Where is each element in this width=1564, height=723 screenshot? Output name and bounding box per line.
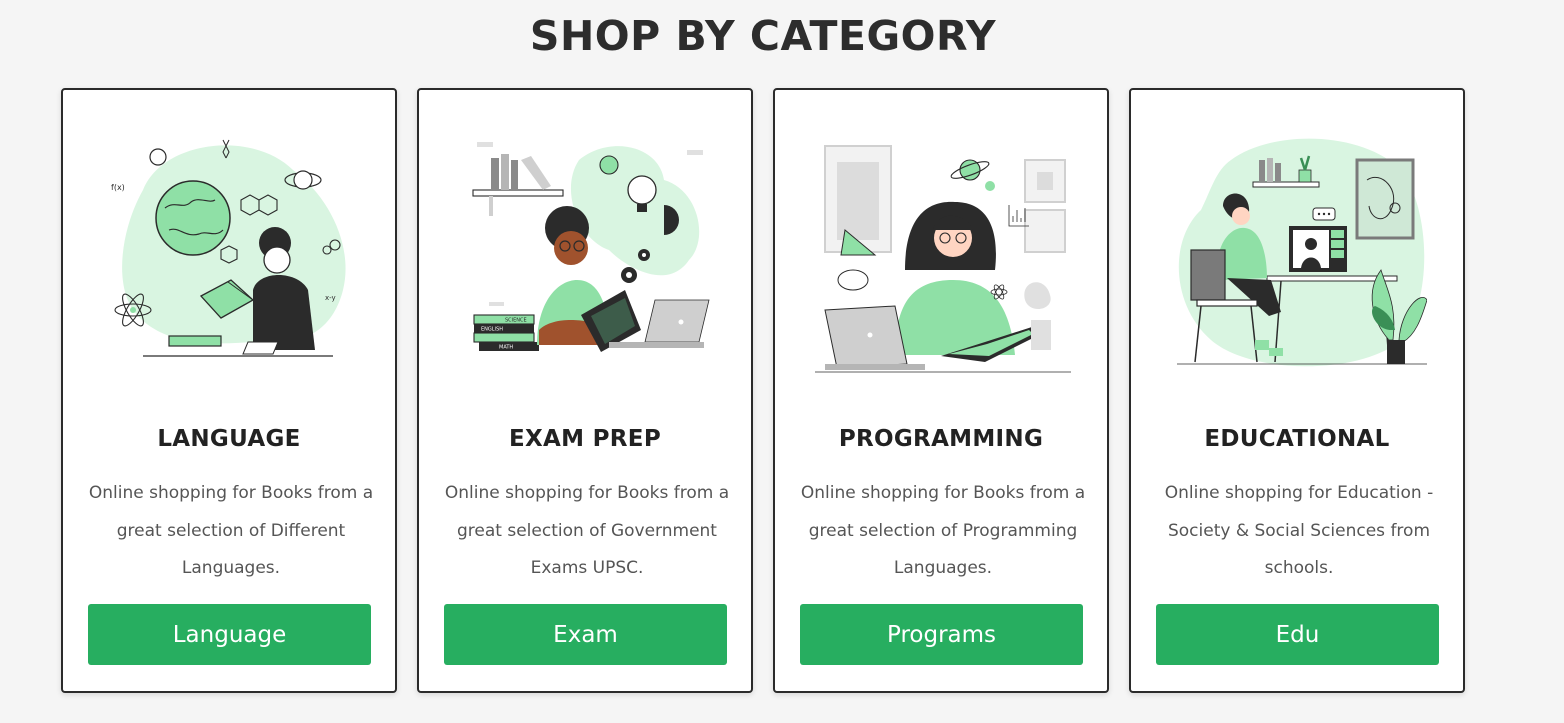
card-title: EXAM PREP — [509, 426, 661, 452]
card-description: Online shopping for Books from a great s… — [444, 483, 730, 578]
exam-button[interactable]: Exam — [444, 604, 727, 665]
edu-button[interactable]: Edu — [1156, 604, 1439, 665]
woman-laptop-book-illustration — [815, 145, 1071, 373]
book-spine-label: MATH — [499, 345, 513, 351]
card-title: LANGUAGE — [157, 426, 301, 452]
section-title: SHOP BY CATEGORY — [529, 12, 997, 60]
online-class-desk-illustration — [1177, 138, 1427, 367]
card-title: PROGRAMMING — [838, 426, 1044, 452]
shop-by-category-section: SHOP BY CATEGORY f(x) x-y LANGUAGE Onlin… — [0, 0, 1564, 723]
svg-text:x-y: x-y — [325, 294, 336, 302]
language-button[interactable]: Language — [88, 604, 371, 665]
programs-button[interactable]: Programs — [800, 604, 1083, 665]
card-description: Online shopping for Education - Society … — [1164, 483, 1434, 578]
category-card-educational: EDUCATIONAL Online shopping for Educatio… — [1129, 88, 1465, 693]
card-title: EDUCATIONAL — [1204, 426, 1390, 452]
svg-text:f(x): f(x) — [111, 183, 125, 192]
card-description: Online shopping for Books from a great s… — [800, 483, 1086, 578]
student-studying-books-illustration: SCIENCE ENGLISH MATH — [472, 142, 710, 352]
person-reading-globe-illustration: f(x) x-y — [111, 139, 346, 357]
card-description: Online shopping for Books from a great s… — [88, 483, 374, 578]
book-spine-label: SCIENCE — [505, 318, 527, 324]
category-card-language: f(x) x-y LANGUAGE Online shopping for Bo… — [61, 88, 397, 693]
book-spine-label: ENGLISH — [481, 327, 503, 333]
category-card-exam-prep: SCIENCE ENGLISH MATH EXAM PREP Online sh… — [417, 88, 753, 693]
category-card-programming: PROGRAMMING Online shopping for Books fr… — [773, 88, 1109, 693]
category-cards: f(x) x-y LANGUAGE Online shopping for Bo… — [61, 88, 1465, 693]
